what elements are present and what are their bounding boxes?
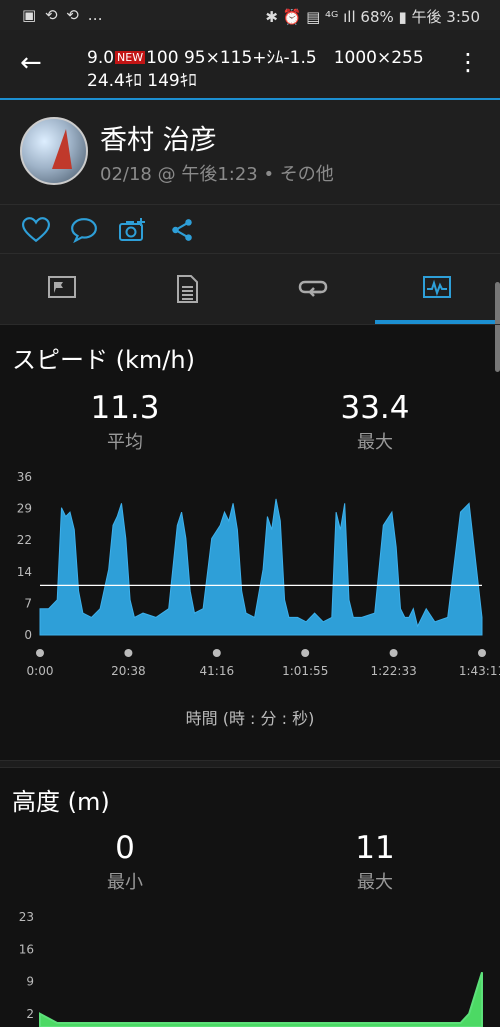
x-tick-dot [36,649,44,657]
x-tick-label: 1:43:11 [459,664,500,678]
user-name[interactable]: 香村 治彦 [100,118,217,157]
title-part-b: 100 95×115+ｼﾑ-1.5 1000×255 [146,48,424,68]
x-tick-dot [301,649,310,657]
status-icons-left: ▣ ⟲ ⟲ … [22,6,105,24]
speed-avg-stat: 11.3 平均 [25,390,225,454]
title-part-a: 9.0 [87,48,115,68]
new-badge: NEW [115,51,146,64]
altitude-max-value: 11 [355,830,395,866]
comment-icon[interactable] [70,217,98,243]
activity-title-line1: 9.0 NEW 100 95×115+ｼﾑ-1.5 1000×255 [87,43,424,68]
x-tick-label: 0:00 [27,664,54,678]
overflow-menu-icon[interactable]: ⋮ [456,48,480,76]
x-tick-dot [212,649,221,657]
y-tick-label: 29 [17,502,32,516]
y-tick-label: 36 [17,470,32,484]
speed-area-series [39,498,483,636]
x-tick-label: 1:22:33 [370,664,416,678]
activity-title-line2: 24.4ｷﾛ 149ｷﾛ [87,71,197,91]
chart-pulse-icon [423,276,451,298]
y-tick-label: 16 [19,942,34,956]
x-tick-label: 41:16 [200,664,235,678]
x-tick-dot [124,649,133,657]
y-tick-label: 2 [26,1007,34,1021]
x-tick-label: 1:01:55 [282,664,328,678]
tab-bar [0,254,500,324]
like-heart-icon[interactable] [22,217,50,243]
altitude-chart[interactable]: 2 9 16 23 [0,905,500,1027]
add-photo-icon[interactable] [118,217,146,243]
x-tick-dot [389,649,398,657]
speed-avg-value: 11.3 [90,390,160,426]
altitude-max-stat: 11 最大 [275,830,475,894]
scrollbar[interactable] [495,282,500,372]
overview-flag-icon [48,276,76,298]
divider [0,324,500,325]
x-tick-label: 20:38 [111,664,146,678]
section-divider [0,760,500,768]
speed-max-stat: 33.4 最大 [275,390,475,454]
y-tick-label: 14 [17,565,32,579]
y-tick-label: 9 [26,975,34,989]
speed-avg-label: 平均 [107,432,143,453]
altitude-max-label: 最大 [357,872,393,893]
profile-header: 香村 治彦 02/18 @ 午後1:23 • その他 [0,100,500,205]
action-row [0,205,500,254]
share-icon[interactable] [168,217,196,243]
y-tick-label: 7 [24,596,32,610]
altitude-min-stat: 0 最小 [25,830,225,894]
activity-meta: 02/18 @ 午後1:23 • その他 [100,164,334,185]
speed-max-label: 最大 [357,432,393,453]
y-tick-label: 23 [19,910,34,924]
app-bar: ← 9.0 NEW 100 95×115+ｼﾑ-1.5 1000×255 24.4ｷ… [0,30,500,100]
tab-laps[interactable] [250,254,375,324]
time-axis-label: 時間 (時 : 分 : 秒) [185,709,315,728]
windsurf-sail-image [52,129,72,169]
altitude-min-value: 0 [115,830,135,866]
y-tick-label: 0 [24,628,32,642]
tab-details[interactable] [125,254,250,324]
y-tick-label: 22 [17,533,32,547]
speed-max-value: 33.4 [340,390,410,426]
speed-title: スピード (km/h) [12,346,195,374]
back-arrow-icon[interactable]: ← [20,48,42,78]
avatar[interactable] [20,117,88,185]
laps-loop-icon [298,280,328,297]
document-icon [177,275,198,303]
tab-overview[interactable] [0,254,125,324]
altitude-min-label: 最小 [107,872,143,893]
status-bar: ▣ ⟲ ⟲ … ✱ ⏰ ▤ ⁴ᴳ ıll 68% ▮ 午後 3:50 [0,0,500,30]
speed-chart[interactable]: 0 7 14 22 29 36 0:00 20:38 41:16 1:01:55 1:22:33 1:… [0,465,500,685]
status-icons-right: ✱ ⏰ ▤ ⁴ᴳ ıll 68% ▮ 午後 3:50 [265,8,480,26]
tab-charts[interactable] [375,254,500,324]
x-tick-dot [478,649,486,657]
altitude-title: 高度 (m) [12,788,110,816]
altitude-area-series [39,972,483,1027]
